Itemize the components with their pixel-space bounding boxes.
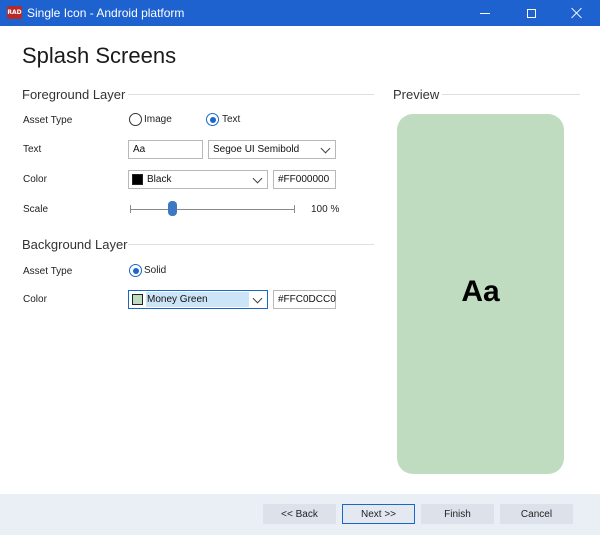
radio-text-label[interactable]: Text <box>222 114 240 125</box>
font-select-value: Segoe UI Semibold <box>213 144 300 155</box>
cancel-button[interactable]: Cancel <box>500 504 573 524</box>
radio-text[interactable] <box>206 113 219 126</box>
title-bar: RAD Single Icon - Android platform <box>0 0 600 26</box>
radio-solid-label[interactable]: Solid <box>144 265 166 276</box>
next-button[interactable]: Next >> <box>342 504 415 524</box>
preview-text: Aa <box>461 275 500 308</box>
preview-header: Preview <box>393 87 440 102</box>
background-layer-header: Background Layer <box>22 237 128 252</box>
fg-text-label: Text <box>23 144 42 155</box>
fg-color-select[interactable]: Black <box>128 170 268 189</box>
back-button[interactable]: << Back <box>263 504 336 524</box>
bg-asset-type-label: Asset Type <box>23 266 73 277</box>
font-select[interactable]: Segoe UI Semibold <box>208 140 336 159</box>
foreground-divider <box>128 94 374 95</box>
bg-color-hex-input[interactable]: #FFC0DCC0 <box>273 290 336 309</box>
chevron-down-icon <box>252 173 263 184</box>
minimize-button[interactable] <box>462 0 508 26</box>
slider-tick-start <box>130 205 131 213</box>
close-icon <box>571 7 583 19</box>
scale-value: 100 % <box>311 204 340 215</box>
fg-color-name: Black <box>147 174 172 185</box>
background-divider <box>128 244 374 245</box>
bg-color-name: Money Green <box>147 294 208 305</box>
minimize-icon <box>480 12 490 14</box>
bg-color-select[interactable]: Money Green <box>128 290 268 309</box>
maximize-button[interactable] <box>508 0 554 26</box>
text-input[interactable]: Aa <box>128 140 203 159</box>
page-title: Splash Screens <box>22 43 177 68</box>
chevron-down-icon <box>320 143 331 154</box>
bg-color-label: Color <box>23 294 47 305</box>
slider-tick-end <box>294 205 295 213</box>
fg-color-swatch <box>132 174 143 185</box>
foreground-layer-header: Foreground Layer <box>22 87 126 102</box>
close-button[interactable] <box>554 0 600 26</box>
fg-asset-type-label: Asset Type <box>23 115 73 126</box>
scale-slider-thumb[interactable] <box>168 201 178 216</box>
chevron-down-icon <box>252 293 263 304</box>
fg-color-hex-input[interactable]: #FF000000 <box>273 170 336 189</box>
fg-color-label: Color <box>23 174 47 185</box>
finish-button[interactable]: Finish <box>421 504 494 524</box>
fg-scale-label: Scale <box>23 204 49 215</box>
maximize-icon <box>526 8 536 18</box>
preview-divider <box>442 94 580 95</box>
radio-image-label[interactable]: Image <box>144 114 172 125</box>
scale-slider-track[interactable] <box>130 209 294 210</box>
radio-image[interactable] <box>129 113 142 126</box>
window-title: Single Icon - Android platform <box>27 6 185 20</box>
app-icon: RAD <box>7 6 22 19</box>
bg-color-swatch <box>132 294 143 305</box>
radio-solid[interactable] <box>129 264 142 277</box>
